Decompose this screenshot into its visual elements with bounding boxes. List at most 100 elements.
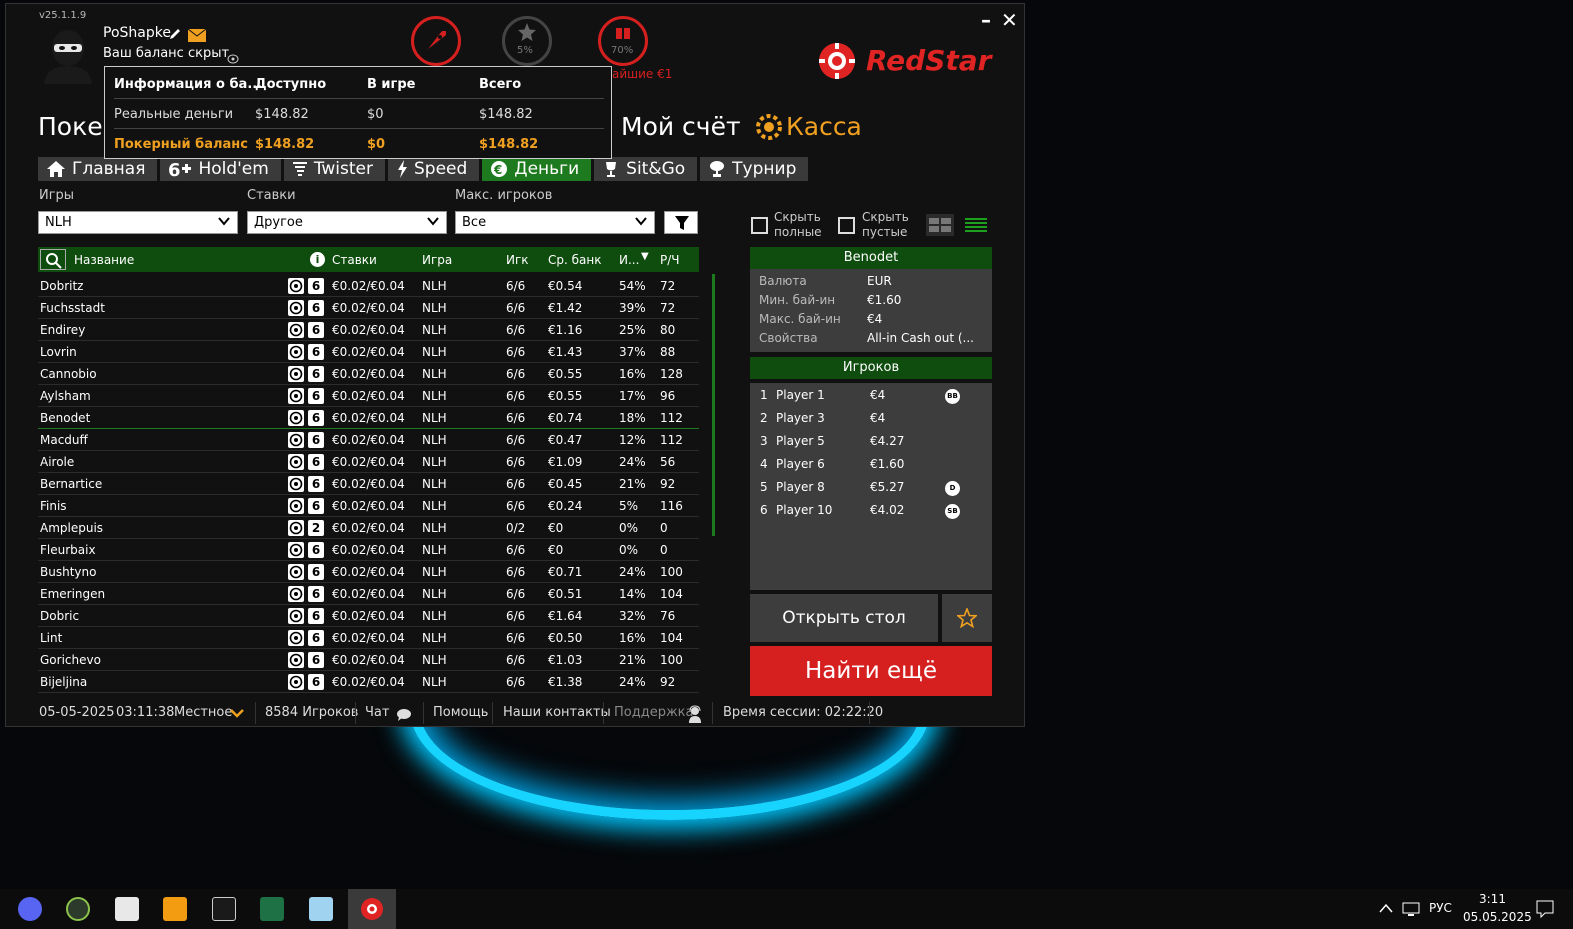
edit-pencil-icon[interactable] [168, 26, 182, 45]
help-link[interactable]: Помощь [433, 705, 488, 720]
mail-icon[interactable] [187, 27, 207, 46]
table-row[interactable]: Finis 6 €0.02/€0.04 NLH 6/6 €0.24 5% 116 [38, 495, 699, 517]
open-table-button[interactable]: Открыть стол [750, 594, 938, 642]
filter-button[interactable] [664, 211, 698, 234]
chevron-down-icon[interactable] [230, 708, 244, 718]
cashier-link[interactable]: Касса [786, 112, 862, 141]
table-row[interactable]: Fuchsstadt 6 €0.02/€0.04 NLH 6/6 €1.42 39% 72 [38, 297, 699, 319]
table-row[interactable]: Bijeljina 6 €0.02/€0.04 NLH 6/6 €1.38 24% 92 [38, 671, 699, 693]
table-row[interactable]: Benodet 6 €0.02/€0.04 NLH 6/6 €0.74 18% 112 [38, 407, 699, 429]
table-row[interactable]: Bernartice 6 €0.02/€0.04 NLH 6/6 €0.45 21% 92 [38, 473, 699, 495]
trophy-icon [606, 162, 617, 177]
list-view-button[interactable] [962, 214, 990, 236]
minimize-button[interactable]: – [981, 8, 991, 32]
table-row[interactable]: Cannobio 6 €0.02/€0.04 NLH 6/6 €0.55 16% 128 [38, 363, 699, 385]
table-row[interactable]: Gorichevo 6 €0.02/€0.04 NLH 6/6 €1.03 21% 100 [38, 649, 699, 671]
table-stakes: €0.02/€0.04 [332, 323, 405, 337]
table-row[interactable]: Emeringen 6 €0.02/€0.04 NLH 6/6 €0.51 14% 104 [38, 583, 699, 605]
support-agent-icon[interactable] [687, 705, 703, 723]
table-row[interactable]: Endirey 6 €0.02/€0.04 NLH 6/6 €1.16 25% 80 [38, 319, 699, 341]
notifications-icon[interactable] [1536, 900, 1554, 918]
hide-empty-checkbox[interactable] [838, 217, 855, 234]
tab-home[interactable]: Главная [38, 157, 158, 181]
table-scrollbar[interactable] [712, 274, 715, 536]
table-name: Dobritz [40, 279, 84, 293]
find-more-button[interactable]: Найти ещё [750, 646, 992, 696]
col-game[interactable]: Игра [422, 253, 452, 267]
col-avg-pot[interactable]: Ср. банк [548, 253, 601, 267]
discord-icon[interactable] [18, 897, 42, 921]
clock-time[interactable]: 3:11 [1479, 892, 1506, 906]
table-row[interactable]: Dobric 6 €0.02/€0.04 NLH 6/6 €1.64 32% 76 [38, 605, 699, 627]
tab-twister[interactable]: Twister [283, 157, 385, 181]
tab-holdem[interactable]: 6 Hold'em [160, 157, 281, 181]
col-players[interactable]: Игк [506, 253, 529, 267]
redstar-logo-icon [816, 40, 858, 86]
col-stakes[interactable]: Ставки [332, 253, 377, 267]
chat-bubble-icon[interactable] [396, 708, 412, 721]
table-hands: 88 [660, 345, 676, 359]
info-icon[interactable]: i [310, 252, 325, 267]
max-seats-badge: 6 [308, 410, 324, 426]
table-players: 6/6 [506, 301, 526, 315]
chevron-up-icon[interactable] [1379, 903, 1393, 913]
list-view-icon [965, 218, 987, 232]
table-row[interactable]: Aylsham 6 €0.02/€0.04 NLH 6/6 €0.55 17% 96 [38, 385, 699, 407]
tab-tournament[interactable]: Турнир [700, 157, 809, 181]
timezone-select[interactable]: Местное [174, 705, 232, 720]
screenshot-app-icon[interactable] [163, 897, 187, 921]
col-name[interactable]: Название [74, 253, 134, 267]
avatar[interactable] [40, 26, 96, 84]
taskbar-active-app[interactable] [348, 889, 396, 929]
table-stakes: €0.02/€0.04 [332, 653, 405, 667]
gift-progress[interactable]: 70% [598, 16, 648, 66]
col-hands[interactable]: Р/Ч [660, 253, 680, 267]
divider [423, 702, 424, 724]
network-icon[interactable] [1402, 901, 1420, 917]
table-row[interactable]: Bushtyno 6 €0.02/€0.04 NLH 6/6 €0.71 24% 100 [38, 561, 699, 583]
table-name: Bushtyno [40, 565, 97, 579]
table-row[interactable]: Dobritz 6 €0.02/€0.04 NLH 6/6 €0.54 54% 72 [38, 275, 699, 297]
hide-full-label: Скрыть полные [774, 210, 822, 240]
table-avg-pot: €0.71 [548, 565, 583, 579]
table-row[interactable]: Fleurbaix 6 €0.02/€0.04 NLH 6/6 €0 0% 0 [38, 539, 699, 561]
games-select[interactable]: NLH [38, 211, 238, 234]
language-indicator[interactable]: РУС [1429, 901, 1452, 915]
table-search-button[interactable] [40, 249, 66, 270]
table-game: NLH [422, 301, 447, 315]
rocket-icon[interactable] [411, 16, 461, 66]
max-players-select-value: Все [462, 215, 487, 230]
star-progress[interactable]: 5% [502, 16, 552, 66]
table-row[interactable]: Airole 6 €0.02/€0.04 NLH 6/6 €1.09 24% 56 [38, 451, 699, 473]
notepad-icon[interactable] [115, 897, 139, 921]
table-row[interactable]: Lint 6 €0.02/€0.04 NLH 6/6 €0.50 16% 104 [38, 627, 699, 649]
tab-speed[interactable]: Speed [388, 157, 480, 181]
chat-link[interactable]: Чат [365, 705, 389, 720]
table-row[interactable]: Macduff 6 €0.02/€0.04 NLH 6/6 €0.47 12% 112 [38, 429, 699, 451]
max-seats-badge: 6 [308, 366, 324, 382]
table-row[interactable]: Amplepuis 2 €0.02/€0.04 NLH 0/2 €0 0% 0 [38, 517, 699, 539]
player-stack: €4.02 [870, 503, 905, 517]
col-flop[interactable]: И... [619, 253, 639, 267]
favorite-button[interactable] [942, 594, 992, 642]
browser-icon[interactable] [66, 897, 90, 921]
support-link[interactable]: Поддержка [614, 705, 694, 720]
notes-icon[interactable] [309, 897, 333, 921]
tab-sitgo[interactable]: Sit&Go [594, 157, 698, 181]
close-button[interactable]: ✕ [1001, 8, 1018, 32]
hide-full-checkbox[interactable] [751, 217, 768, 234]
table-name: Macduff [40, 433, 88, 447]
table-row[interactable]: Lovrin 6 €0.02/€0.04 NLH 6/6 €1.43 37% 88 [38, 341, 699, 363]
excel-icon[interactable] [260, 897, 284, 921]
editor-icon[interactable] [212, 897, 236, 921]
tab-money[interactable]: € Деньги [482, 157, 592, 181]
contacts-link[interactable]: Наши контакты [503, 705, 611, 720]
sort-desc-icon[interactable]: ▼ [641, 251, 649, 262]
table-players: 0/2 [506, 521, 526, 535]
stakes-select[interactable]: Другое [247, 211, 447, 234]
my-account-link[interactable]: Мой счёт [621, 112, 741, 141]
max-players-select[interactable]: Все [455, 211, 655, 234]
clock-date[interactable]: 05.05.2025 [1463, 910, 1532, 924]
grid-view-button[interactable] [926, 214, 954, 236]
table-stakes: €0.02/€0.04 [332, 587, 405, 601]
